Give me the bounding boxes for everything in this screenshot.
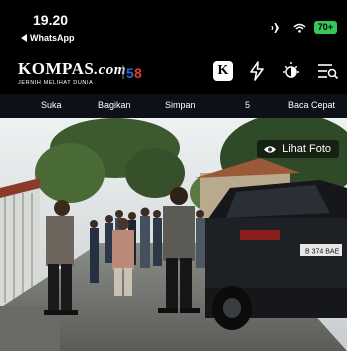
header-icons: K (213, 61, 339, 81)
quick-read-button[interactable]: Baca Cepat (288, 100, 335, 110)
article-photo[interactable]: B 374 BAE Lihat Foto (0, 118, 347, 351)
app-screen: 19.20 WhatsApp 70+ KOMPAS.com JERNIH MEL… (0, 0, 347, 351)
kompas-k-button[interactable]: K (213, 61, 233, 81)
menu-search-icon[interactable] (317, 61, 339, 81)
logo-tagline: JERNIH MELIHAT DUNIA (18, 80, 94, 86)
share-button[interactable]: Bagikan (98, 100, 131, 110)
battery-indicator: 70+ (313, 21, 337, 34)
like-button[interactable]: Suka (41, 100, 62, 110)
svg-text:5: 5 (126, 65, 134, 81)
lightning-icon[interactable] (249, 61, 265, 81)
view-photo-button[interactable]: Lihat Foto (257, 140, 339, 158)
logo-main-text: KOMPAS (18, 59, 95, 78)
license-plate-text: B 374 BAE (305, 249, 340, 256)
svg-text:8: 8 (134, 65, 142, 81)
airplane-icon (271, 22, 284, 33)
theme-toggle-icon[interactable] (281, 61, 301, 81)
back-label: WhatsApp (30, 33, 75, 43)
view-photo-label: Lihat Foto (282, 143, 331, 155)
wifi-icon (293, 23, 306, 33)
eye-icon (264, 145, 277, 153)
status-time: 19.20 (33, 12, 69, 28)
article-action-bar: Suka Bagikan Simpan 5 Baca Cepat (0, 94, 347, 118)
back-triangle-icon (21, 34, 27, 42)
kompas-logo[interactable]: KOMPAS.com JERNIH MELIHAT DUNIA (18, 59, 126, 86)
save-button[interactable]: Simpan (165, 100, 196, 110)
anniversary-badge-icon: 5 8 (122, 65, 142, 81)
app-header: KOMPAS.com JERNIH MELIHAT DUNIA 5 8 K (0, 48, 347, 94)
comment-count[interactable]: 5 (245, 100, 250, 110)
status-bar: 19.20 WhatsApp 70+ (0, 0, 347, 48)
status-icons: 70+ (271, 21, 337, 34)
back-to-whatsapp[interactable]: WhatsApp (21, 33, 75, 43)
